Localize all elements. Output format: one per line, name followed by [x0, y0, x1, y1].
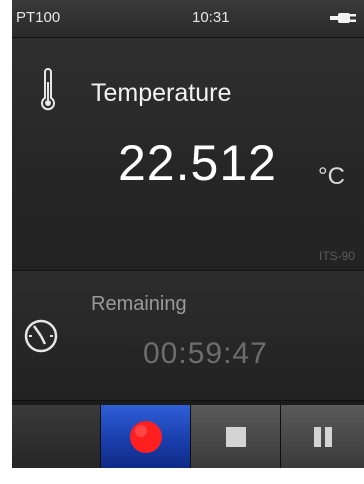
temperature-unit: °C [318, 163, 345, 190]
temperature-scale: ITS-90 [319, 249, 356, 263]
clock-time: 10:31 [192, 9, 230, 26]
record-button[interactable] [101, 405, 191, 468]
plug-icon [330, 13, 356, 23]
thermometer-icon [41, 68, 55, 111]
device-screen: PT100 10:31 Temperature 22.512 °C ITS-90… [12, 0, 364, 468]
remaining-time: 00:59:47 [143, 337, 268, 370]
pause-button[interactable] [281, 405, 364, 468]
temperature-label: Temperature [91, 79, 232, 107]
record-icon [129, 420, 162, 453]
control-bar [12, 401, 364, 468]
pause-icon [313, 426, 332, 447]
timer-icon [24, 319, 58, 353]
status-bar: PT100 10:31 [12, 0, 364, 38]
stop-icon [225, 426, 246, 447]
temperature-panel: Temperature 22.512 °C ITS-90 [12, 38, 364, 271]
remaining-label: Remaining [91, 293, 187, 315]
stop-button[interactable] [191, 405, 281, 468]
temperature-value: 22.512 [118, 135, 277, 191]
sensor-type: PT100 [16, 9, 61, 26]
blank-button[interactable] [12, 405, 101, 468]
remaining-panel: Remaining 00:59:47 [12, 271, 364, 401]
